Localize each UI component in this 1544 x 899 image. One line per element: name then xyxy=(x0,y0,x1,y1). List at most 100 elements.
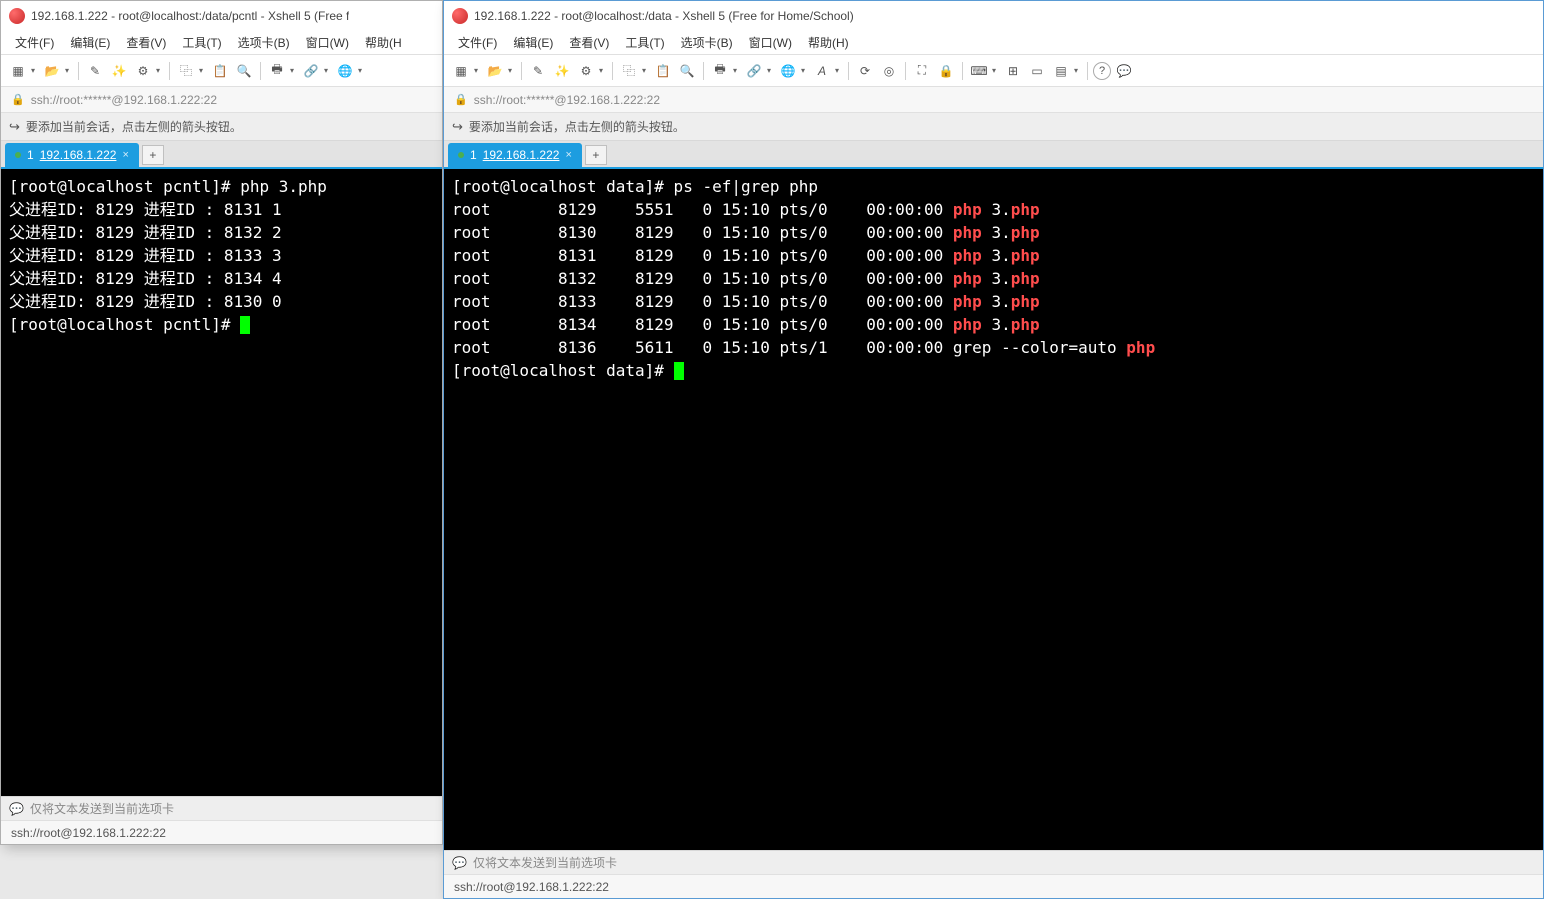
wand-icon[interactable]: ✨ xyxy=(108,60,130,82)
plus-icon[interactable]: ⊞ xyxy=(1002,60,1024,82)
dropdown-icon[interactable]: ▾ xyxy=(65,66,73,75)
dropdown-icon[interactable]: ▾ xyxy=(1074,66,1082,75)
menu-window[interactable]: 窗口(W) xyxy=(298,32,357,53)
print-icon[interactable]: 🖶 xyxy=(266,60,288,82)
terminal-line: root 8133 8129 0 15:10 pts/0 00:00:00 ph… xyxy=(452,290,1535,313)
terminal-line: 父进程ID: 8129 进程ID : 8132 2 xyxy=(9,221,434,244)
dropdown-icon[interactable]: ▾ xyxy=(156,66,164,75)
lock-icon[interactable]: 🔒 xyxy=(935,60,957,82)
dropdown-icon[interactable]: ▾ xyxy=(767,66,775,75)
tab-number: 1 xyxy=(470,148,477,162)
dropdown-icon[interactable]: ▾ xyxy=(474,66,482,75)
globe-icon[interactable]: 🌐 xyxy=(777,60,799,82)
dropdown-icon[interactable]: ▾ xyxy=(733,66,741,75)
help-icon[interactable]: ? xyxy=(1093,62,1111,80)
terminal[interactable]: [root@localhost pcntl]# php 3.php 父进程ID:… xyxy=(1,167,442,796)
menu-help[interactable]: 帮助(H) xyxy=(800,32,857,53)
menu-tools[interactable]: 工具(T) xyxy=(617,32,672,53)
address-text[interactable]: ssh://root:******@192.168.1.222:22 xyxy=(474,93,660,107)
dropdown-icon[interactable]: ▾ xyxy=(835,66,843,75)
print-icon[interactable]: 🖶 xyxy=(709,60,731,82)
address-text[interactable]: ssh://root:******@192.168.1.222:22 xyxy=(31,93,217,107)
lock-icon: 🔒 xyxy=(11,93,25,106)
titlebar[interactable]: 192.168.1.222 - root@localhost:/data - X… xyxy=(444,1,1543,31)
target-icon[interactable]: ◎ xyxy=(878,60,900,82)
terminal-line: 父进程ID: 8129 进程ID : 8131 1 xyxy=(9,198,434,221)
menu-file[interactable]: 文件(F) xyxy=(7,32,62,53)
status-text: 仅将文本发送到当前选项卡 xyxy=(30,800,174,817)
terminal-line: root 8131 8129 0 15:10 pts/0 00:00:00 ph… xyxy=(452,244,1535,267)
menu-file[interactable]: 文件(F) xyxy=(450,32,505,53)
menu-edit[interactable]: 编辑(E) xyxy=(505,32,561,53)
menu-help[interactable]: 帮助(H xyxy=(357,32,410,53)
grid-icon[interactable]: ▤ xyxy=(1050,60,1072,82)
separator xyxy=(612,62,613,80)
tabbar: 1 192.168.1.222 × + xyxy=(444,141,1543,167)
window-icon[interactable]: ▭ xyxy=(1026,60,1048,82)
hint-icon[interactable]: ↪ xyxy=(452,119,463,135)
wand-icon[interactable]: ✨ xyxy=(551,60,573,82)
close-icon[interactable]: × xyxy=(565,149,571,161)
pencil-icon[interactable]: ✎ xyxy=(527,60,549,82)
terminal-line: 父进程ID: 8129 进程ID : 8133 3 xyxy=(9,244,434,267)
status-dot-icon xyxy=(458,152,464,158)
bottombar: ssh://root@192.168.1.222:22 xyxy=(1,820,442,844)
paste-icon[interactable]: 📋 xyxy=(652,60,674,82)
menu-tools[interactable]: 工具(T) xyxy=(174,32,229,53)
dropdown-icon[interactable]: ▾ xyxy=(324,66,332,75)
menu-tabs[interactable]: 选项卡(B) xyxy=(673,32,741,53)
hint-text: 要添加当前会话，点击左侧的箭头按钮。 xyxy=(469,118,685,135)
hint-text: 要添加当前会话，点击左侧的箭头按钮。 xyxy=(26,118,242,135)
paste-icon[interactable]: 📋 xyxy=(209,60,231,82)
gear-icon[interactable]: ⚙ xyxy=(132,60,154,82)
dropdown-icon[interactable]: ▾ xyxy=(599,66,607,75)
open-icon[interactable]: 📂 xyxy=(484,60,506,82)
add-tab-button[interactable]: + xyxy=(142,145,164,165)
dropdown-icon[interactable]: ▾ xyxy=(199,66,207,75)
font-icon[interactable]: A xyxy=(811,60,833,82)
session-tab[interactable]: 1 192.168.1.222 × xyxy=(5,143,139,167)
dropdown-icon[interactable]: ▾ xyxy=(31,66,39,75)
menubar: 文件(F) 编辑(E) 查看(V) 工具(T) 选项卡(B) 窗口(W) 帮助(… xyxy=(444,31,1543,55)
search-icon[interactable]: 🔍 xyxy=(676,60,698,82)
expand-icon[interactable]: ⛶ xyxy=(911,60,933,82)
search-icon[interactable]: 🔍 xyxy=(233,60,255,82)
dropdown-icon[interactable]: ▾ xyxy=(992,66,1000,75)
dropdown-icon[interactable]: ▾ xyxy=(801,66,809,75)
menu-window[interactable]: 窗口(W) xyxy=(741,32,800,53)
statusbar: 💬 仅将文本发送到当前选项卡 xyxy=(444,850,1543,874)
add-tab-button[interactable]: + xyxy=(585,145,607,165)
bubble-icon[interactable]: 💬 xyxy=(1113,60,1135,82)
gear-icon[interactable]: ⚙ xyxy=(575,60,597,82)
open-icon[interactable]: 📂 xyxy=(41,60,63,82)
terminal[interactable]: [root@localhost data]# ps -ef|grep phpro… xyxy=(444,167,1543,850)
keyboard-icon[interactable]: ⌨ xyxy=(968,60,990,82)
chat-icon: 💬 xyxy=(452,856,467,870)
refresh-icon[interactable]: ⟳ xyxy=(854,60,876,82)
toolbar: ▦▾ 📂▾ ✎ ✨ ⚙▾ ⿻▾ 📋 🔍 🖶▾ 🔗▾ 🌐▾ xyxy=(1,55,442,87)
menu-tabs[interactable]: 选项卡(B) xyxy=(230,32,298,53)
hint-icon[interactable]: ↪ xyxy=(9,119,20,135)
menu-edit[interactable]: 编辑(E) xyxy=(62,32,118,53)
dropdown-icon[interactable]: ▾ xyxy=(290,66,298,75)
statusbar: 💬 仅将文本发送到当前选项卡 xyxy=(1,796,442,820)
link-icon[interactable]: 🔗 xyxy=(300,60,322,82)
copy-icon[interactable]: ⿻ xyxy=(175,60,197,82)
pencil-icon[interactable]: ✎ xyxy=(84,60,106,82)
titlebar[interactable]: 192.168.1.222 - root@localhost:/data/pcn… xyxy=(1,1,442,31)
new-session-icon[interactable]: ▦ xyxy=(7,60,29,82)
close-icon[interactable]: × xyxy=(122,149,128,161)
separator xyxy=(521,62,522,80)
bottombar: ssh://root@192.168.1.222:22 xyxy=(444,874,1543,898)
dropdown-icon[interactable]: ▾ xyxy=(358,66,366,75)
new-session-icon[interactable]: ▦ xyxy=(450,60,472,82)
session-tab[interactable]: 1 192.168.1.222 × xyxy=(448,143,582,167)
menu-view[interactable]: 查看(V) xyxy=(118,32,174,53)
globe-icon[interactable]: 🌐 xyxy=(334,60,356,82)
separator xyxy=(962,62,963,80)
link-icon[interactable]: 🔗 xyxy=(743,60,765,82)
dropdown-icon[interactable]: ▾ xyxy=(642,66,650,75)
menu-view[interactable]: 查看(V) xyxy=(561,32,617,53)
copy-icon[interactable]: ⿻ xyxy=(618,60,640,82)
dropdown-icon[interactable]: ▾ xyxy=(508,66,516,75)
